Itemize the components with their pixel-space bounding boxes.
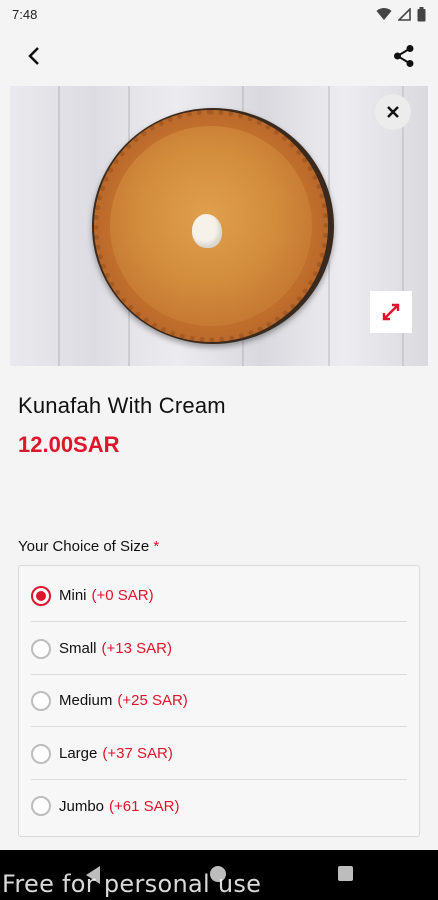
battery-icon [417, 6, 426, 21]
product-image [10, 86, 428, 366]
size-option-medium[interactable]: Medium (+25 SAR) [31, 675, 407, 727]
option-price: (+37 SAR) [102, 745, 173, 762]
product-name: Kunafah With Cream [18, 393, 226, 418]
size-option-mini[interactable]: Mini (+0 SAR) [31, 570, 407, 622]
wifi-icon [376, 8, 392, 20]
size-option-jumbo[interactable]: Jumbo (+61 SAR) [31, 780, 407, 832]
option-price: (+61 SAR) [109, 797, 180, 815]
size-option-large[interactable]: Large (+37 SAR) [31, 728, 407, 780]
signal-icon [398, 7, 411, 21]
option-name: Jumbo [59, 797, 105, 815]
required-asterisk: * [153, 538, 160, 555]
app-bar [0, 28, 438, 84]
size-label-text: Your Choice of Size [18, 538, 150, 555]
size-section-label: Your Choice of Size * [18, 538, 159, 555]
radio-button[interactable] [31, 638, 51, 659]
option-name: Small [59, 640, 97, 657]
radio-button-selected[interactable] [31, 585, 51, 606]
share-button[interactable] [388, 40, 420, 72]
radio-button[interactable] [31, 690, 51, 711]
close-button[interactable] [375, 94, 411, 130]
expand-image-button[interactable] [370, 291, 412, 333]
status-time: 7:48 [12, 6, 38, 22]
size-options-list: Mini (+0 SAR) Small (+13 SAR) Medium (+2… [18, 565, 420, 837]
radio-button[interactable] [31, 796, 51, 816]
watermark-text: Free for personal use [2, 870, 262, 898]
nav-recents-icon[interactable] [338, 866, 353, 881]
option-name: Medium [59, 692, 113, 709]
back-button[interactable] [18, 40, 50, 72]
product-price: 12.00SAR [18, 432, 120, 457]
share-icon [394, 45, 414, 67]
option-price: (+0 SAR) [91, 587, 154, 604]
option-name: Mini [59, 587, 87, 604]
option-price: (+25 SAR) [117, 692, 188, 709]
size-option-small[interactable]: Small (+13 SAR) [31, 623, 407, 675]
option-name: Large [59, 745, 98, 762]
back-arrow-icon [28, 47, 39, 65]
cream-dollop [192, 214, 222, 248]
status-icons [376, 6, 426, 22]
status-bar: 7:48 [0, 0, 438, 28]
expand-icon [382, 303, 400, 321]
option-price: (+13 SAR) [101, 640, 172, 657]
radio-button[interactable] [31, 743, 51, 764]
close-icon [387, 106, 399, 118]
